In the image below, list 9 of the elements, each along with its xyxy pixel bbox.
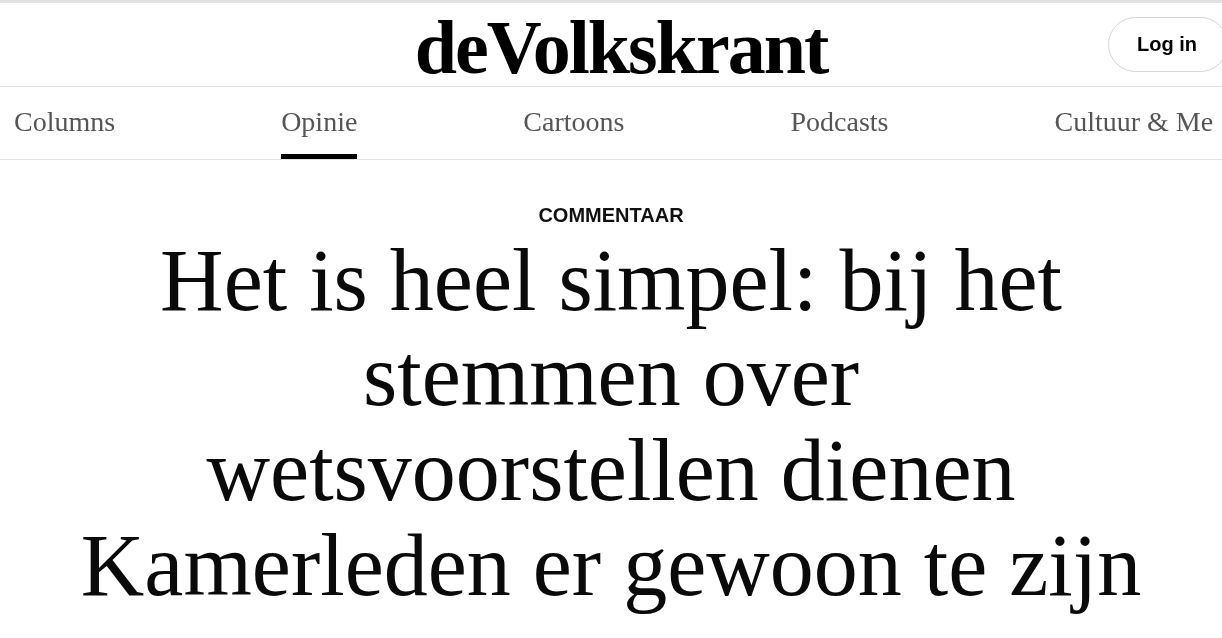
nav-tab[interactable]: Cultuur & Me [1054,87,1214,159]
nav-tab[interactable]: Cartoons [523,87,625,159]
logo[interactable]: deVolkskrant [394,8,828,85]
nav-tab[interactable]: Columns [14,87,116,159]
category-label: COMMENTAAR [538,203,684,227]
nav-tab[interactable]: Podcasts [790,87,889,159]
nav-tab[interactable]: Opinie [281,87,358,159]
login-button[interactable]: Log in [1108,17,1222,72]
headline: Het is heel simpel: bij het stemmen over wetsvoorstellen dienen Kamerleden er gewoon te zijn [79,233,1143,613]
